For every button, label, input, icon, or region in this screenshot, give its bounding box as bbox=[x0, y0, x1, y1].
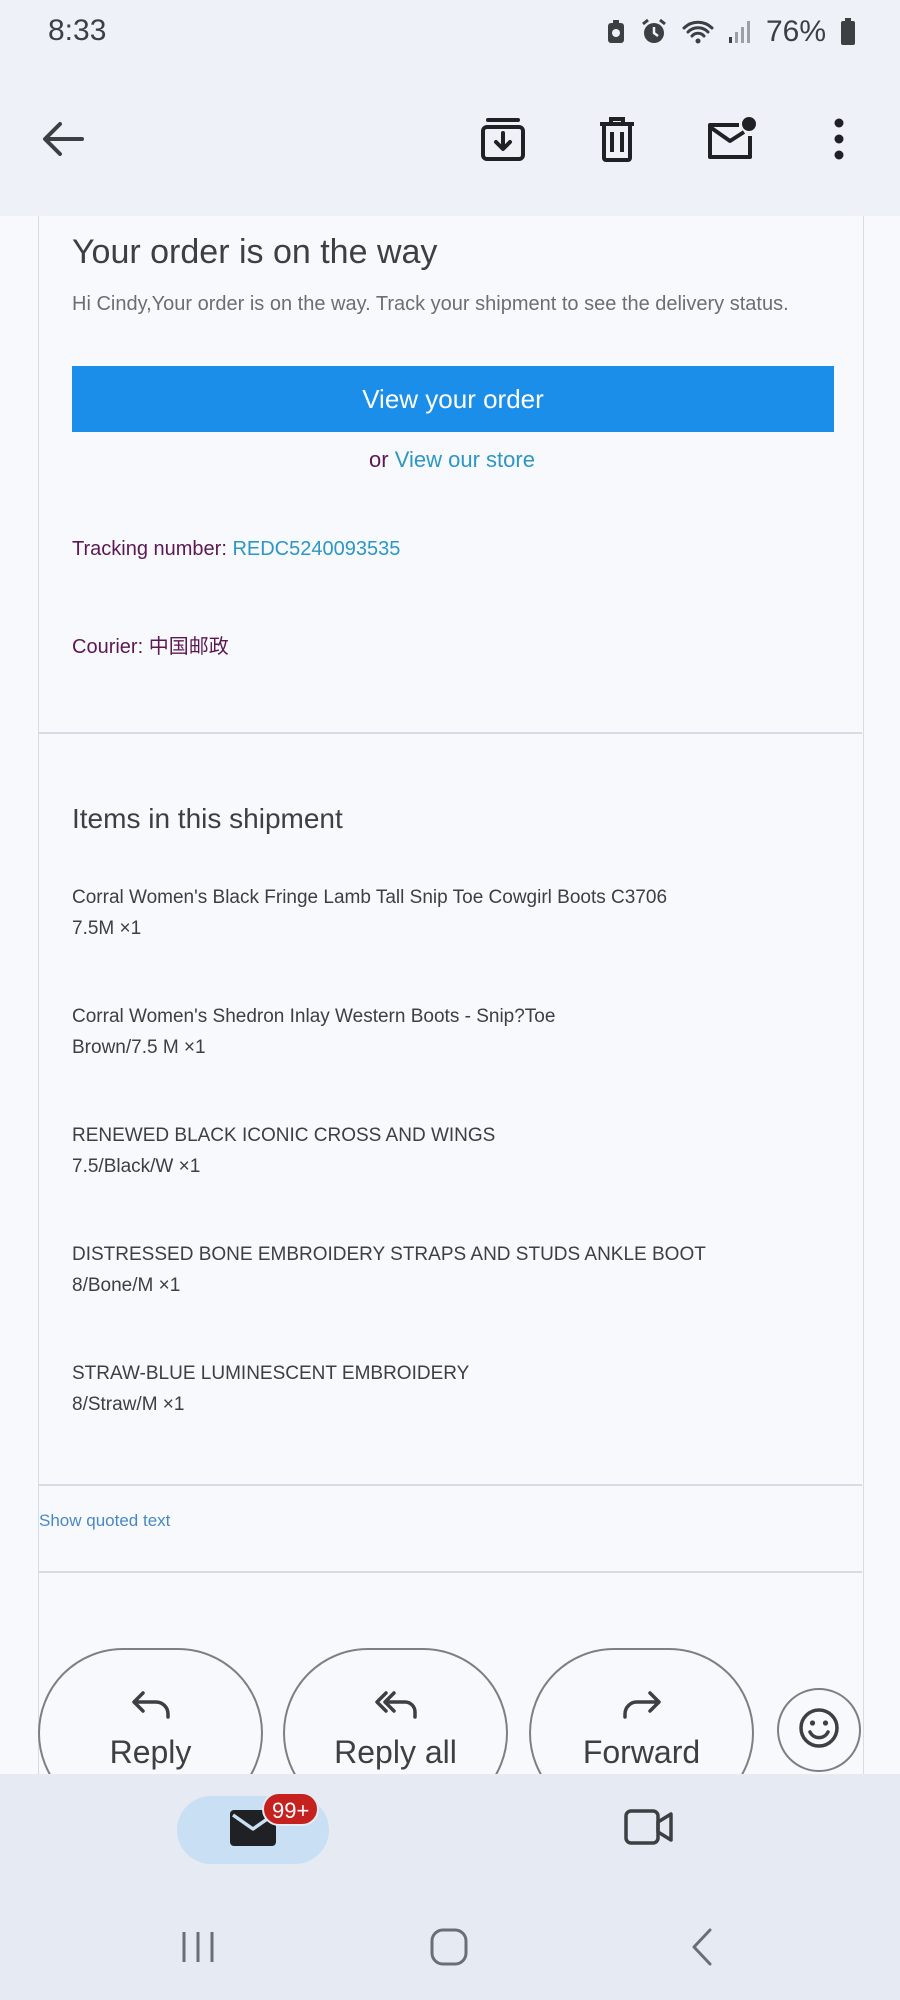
shipment-item: STRAW-BLUE LUMINESCENT EMBROIDERY 8/Stra… bbox=[72, 1358, 469, 1420]
status-icons: 76% bbox=[606, 14, 856, 50]
item-variant: 7.5M ×1 bbox=[72, 918, 142, 939]
system-navigation-bar bbox=[0, 1900, 900, 2000]
tracking-label: Tracking number: bbox=[72, 538, 227, 560]
archive-button[interactable] bbox=[468, 106, 538, 176]
shipment-item: Corral Women's Black Fringe Lamb Tall Sn… bbox=[72, 882, 667, 944]
shipment-item: DISTRESSED BONE EMBROIDERY STRAPS AND ST… bbox=[72, 1239, 706, 1301]
item-name: Corral Women's Black Fringe Lamb Tall Sn… bbox=[72, 887, 668, 908]
item-variant: 8/Straw/M ×1 bbox=[72, 1394, 185, 1415]
store-link-line: or View our store bbox=[39, 447, 865, 473]
status-bar: 8:33 76% bbox=[0, 0, 900, 66]
home-icon bbox=[430, 1928, 468, 1971]
email-greeting: Hi Cindy,Your order is on the way. Track… bbox=[72, 293, 789, 315]
back-button[interactable] bbox=[28, 106, 98, 176]
item-name: Corral Women's Shedron Inlay Western Boo… bbox=[72, 1006, 556, 1027]
item-name: DISTRESSED BONE EMBROIDERY STRAPS AND ST… bbox=[72, 1244, 706, 1265]
meet-tab[interactable] bbox=[614, 1804, 684, 1854]
email-toolbar bbox=[0, 66, 900, 216]
more-vert-icon bbox=[833, 118, 845, 165]
recent-apps-icon bbox=[180, 1930, 216, 1969]
smiley-icon bbox=[798, 1707, 840, 1754]
archive-icon bbox=[480, 117, 526, 166]
section-divider bbox=[39, 732, 862, 734]
view-order-button[interactable]: View your order bbox=[72, 366, 834, 432]
shipment-item: RENEWED BLACK ICONIC CROSS AND WINGS 7.5… bbox=[72, 1120, 495, 1182]
unread-count-badge: 99+ bbox=[262, 1792, 320, 1826]
signal-icon bbox=[728, 20, 752, 44]
mark-unread-icon bbox=[705, 116, 757, 167]
battery-level: 76% bbox=[765, 15, 826, 48]
battery-icon bbox=[840, 18, 856, 46]
reply-button[interactable]: Reply bbox=[38, 1648, 263, 1774]
item-variant: 8/Bone/M ×1 bbox=[72, 1275, 181, 1296]
or-text: or bbox=[369, 447, 389, 472]
show-quoted-text-link[interactable]: Show quoted text bbox=[39, 1511, 170, 1531]
reply-all-button[interactable]: Reply all bbox=[283, 1648, 508, 1774]
data-saver-icon bbox=[606, 19, 626, 45]
home-button[interactable] bbox=[419, 1924, 479, 1974]
system-back-button[interactable] bbox=[672, 1924, 732, 1974]
video-camera-icon bbox=[624, 1808, 674, 1851]
items-title: Items in this shipment bbox=[72, 803, 343, 834]
tracking-number-link[interactable]: REDC5240093535 bbox=[232, 538, 400, 560]
emoji-reaction-button[interactable] bbox=[777, 1688, 861, 1772]
forward-button[interactable]: Forward bbox=[529, 1648, 754, 1774]
reply-all-label: Reply all bbox=[334, 1734, 457, 1770]
trash-icon bbox=[598, 116, 636, 167]
alarm-icon bbox=[640, 18, 668, 46]
view-store-link[interactable]: View our store bbox=[395, 447, 535, 472]
forward-icon bbox=[622, 1690, 662, 1725]
reply-all-icon bbox=[374, 1690, 418, 1725]
chevron-left-icon bbox=[690, 1928, 714, 1971]
bottom-navigation: 99+ bbox=[0, 1774, 900, 1900]
shipment-item: Corral Women's Shedron Inlay Western Boo… bbox=[72, 1001, 555, 1063]
courier-label: Courier: bbox=[72, 636, 144, 658]
arrow-back-icon bbox=[42, 121, 84, 162]
status-time: 8:33 bbox=[48, 14, 107, 47]
item-variant: Brown/7.5 M ×1 bbox=[72, 1037, 206, 1058]
email-card: Your order is on the way Hi Cindy,Your o… bbox=[38, 216, 864, 1774]
forward-label: Forward bbox=[582, 1734, 701, 1770]
delete-button[interactable] bbox=[582, 106, 652, 176]
reply-icon bbox=[131, 1690, 171, 1725]
wifi-icon bbox=[682, 19, 714, 45]
item-variant: 7.5/Black/W ×1 bbox=[72, 1156, 201, 1177]
more-options-button[interactable] bbox=[804, 106, 874, 176]
courier-value: 中国邮政 bbox=[148, 636, 229, 658]
item-name: RENEWED BLACK ICONIC CROSS AND WINGS bbox=[72, 1125, 496, 1146]
section-divider bbox=[39, 1484, 862, 1486]
courier-line: Courier: 中国邮政 bbox=[72, 630, 229, 659]
reply-label: Reply bbox=[109, 1734, 192, 1770]
recent-apps-button[interactable] bbox=[168, 1924, 228, 1974]
mark-unread-button[interactable] bbox=[696, 106, 766, 176]
email-body: Your order is on the way Hi Cindy,Your o… bbox=[0, 216, 900, 1774]
tracking-line: Tracking number: REDC5240093535 bbox=[72, 538, 400, 561]
card-bottom-border bbox=[39, 1571, 862, 1573]
item-name: STRAW-BLUE LUMINESCENT EMBROIDERY bbox=[72, 1363, 470, 1384]
email-heading: Your order is on the way bbox=[72, 233, 438, 271]
